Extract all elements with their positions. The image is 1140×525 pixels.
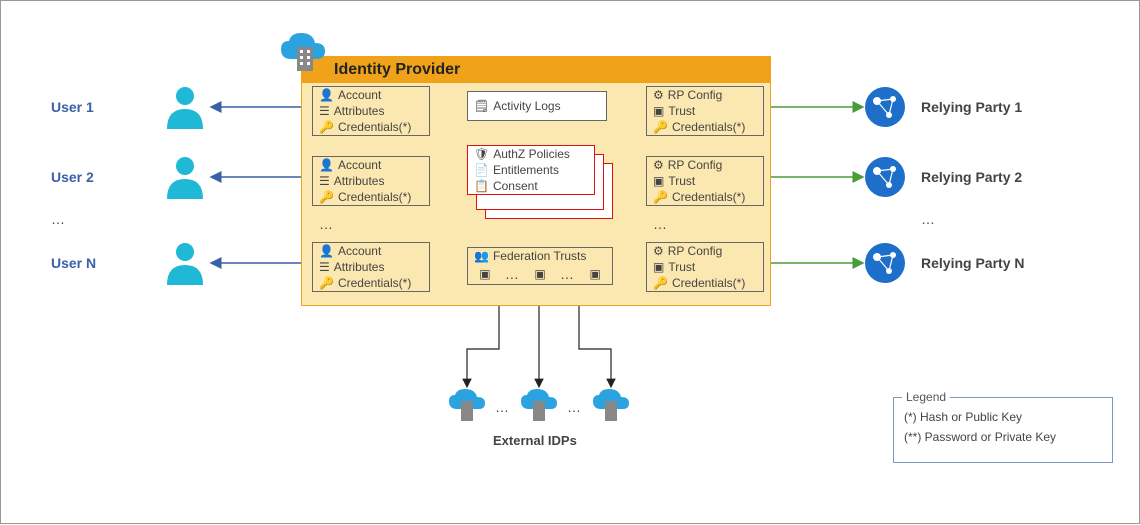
authz-card: 🛡 AuthZ Policies 📄 Entitlements 📋 Consent [467,145,595,195]
credentials-label: Credentials(*) [338,276,411,290]
cube-icon: ▣ [479,267,490,281]
key-icon: 🔑 [319,276,334,290]
user-icon [163,153,207,201]
federation-icon: 👥 [474,249,489,263]
gear-icon: ⚙ [653,158,664,172]
legend-box: Legend (*) Hash or Public Key (**) Passw… [893,397,1113,463]
credentials-label: Credentials(*) [338,120,411,134]
fed-ellipsis: … [560,266,575,282]
cube-icon: ▣ [653,260,664,274]
rp-config-card: ⚙ RP Config ▣ Trust 🔑 Credentials(*) [646,86,764,136]
rp-credentials-label: Credentials(*) [672,276,745,290]
entitlements-icon: 📄 [474,163,489,177]
rp-config-card: ⚙ RP Config ▣ Trust 🔑 Credentials(*) [646,156,764,206]
attributes-label: Attributes [334,260,385,274]
external-idp-ellipsis: … [495,399,510,415]
cloud-building-icon [277,29,333,77]
log-icon: 🗒 [474,99,489,113]
rp-config-ellipsis: … [653,216,668,232]
rp-config-label: RP Config [668,88,722,102]
external-idp-icon [447,387,487,423]
activity-logs-label: Activity Logs [493,99,560,113]
user-icon [163,83,207,131]
account-label: Account [338,244,381,258]
federation-trusts-label: Federation Trusts [493,249,586,263]
rp-config-card: ⚙ RP Config ▣ Trust 🔑 Credentials(*) [646,242,764,292]
rp-credentials-label: Credentials(*) [672,120,745,134]
account-label: Account [338,158,381,172]
account-icon: 👤 [319,244,334,258]
user-label-2: User 2 [51,169,94,185]
external-idp-ellipsis: … [567,399,582,415]
relying-party-icon [863,241,907,285]
user-icon [163,239,207,287]
credentials-label: Credentials(*) [338,190,411,204]
rp-trust-label: Trust [668,260,695,274]
cube-icon: ▣ [534,267,545,281]
external-idp-icon [591,387,631,423]
relying-party-ellipsis: … [921,211,936,227]
account-card: 👤 Account ☰ Attributes 🔑 Credentials(*) [312,242,430,292]
external-idps-label: External IDPs [493,433,577,448]
rp-trust-label: Trust [668,174,695,188]
attributes-icon: ☰ [319,260,330,274]
entitlements-label: Entitlements [493,163,559,177]
gear-icon: ⚙ [653,88,664,102]
cube-icon: ▣ [653,174,664,188]
account-card: 👤 Account ☰ Attributes 🔑 Credentials(*) [312,86,430,136]
key-icon: 🔑 [653,120,668,134]
account-label: Account [338,88,381,102]
shield-icon: 🛡 [474,147,489,161]
attributes-label: Attributes [334,174,385,188]
federation-trusts-card: 👥 Federation Trusts ▣ … ▣ … ▣ [467,247,613,285]
user-label-1: User 1 [51,99,94,115]
authz-policies-label: AuthZ Policies [493,147,570,161]
consent-icon: 📋 [474,179,489,193]
account-card: 👤 Account ☰ Attributes 🔑 Credentials(*) [312,156,430,206]
gear-icon: ⚙ [653,244,664,258]
key-icon: 🔑 [319,190,334,204]
attributes-icon: ☰ [319,174,330,188]
rp-config-label: RP Config [668,158,722,172]
rp-credentials-label: Credentials(*) [672,190,745,204]
external-idp-icon [519,387,559,423]
diagram-frame: User 1 User 2 … User N Identity Provider… [0,0,1140,524]
idp-title-bar: Identity Provider [302,57,770,83]
user-label-n: User N [51,255,96,271]
attributes-label: Attributes [334,104,385,118]
users-ellipsis: … [51,211,66,227]
relying-party-label: Relying Party 2 [921,169,1022,185]
fed-ellipsis: … [505,266,520,282]
cube-icon: ▣ [589,267,600,281]
attributes-icon: ☰ [319,104,330,118]
key-icon: 🔑 [653,276,668,290]
relying-party-label: Relying Party N [921,255,1024,271]
relying-party-icon [863,85,907,129]
relying-party-label: Relying Party 1 [921,99,1022,115]
activity-logs-card: 🗒 Activity Logs [467,91,607,121]
key-icon: 🔑 [653,190,668,204]
legend-title: Legend [902,390,950,404]
account-icon: 👤 [319,88,334,102]
rp-config-label: RP Config [668,244,722,258]
key-icon: 🔑 [319,120,334,134]
legend-star: (*) Hash or Public Key [904,410,1102,424]
legend-dstar: (**) Password or Private Key [904,430,1102,444]
consent-label: Consent [493,179,538,193]
idp-title: Identity Provider [334,61,460,79]
relying-party-icon [863,155,907,199]
account-icon: 👤 [319,158,334,172]
cube-icon: ▣ [653,104,664,118]
rp-trust-label: Trust [668,104,695,118]
account-ellipsis: … [319,216,334,232]
